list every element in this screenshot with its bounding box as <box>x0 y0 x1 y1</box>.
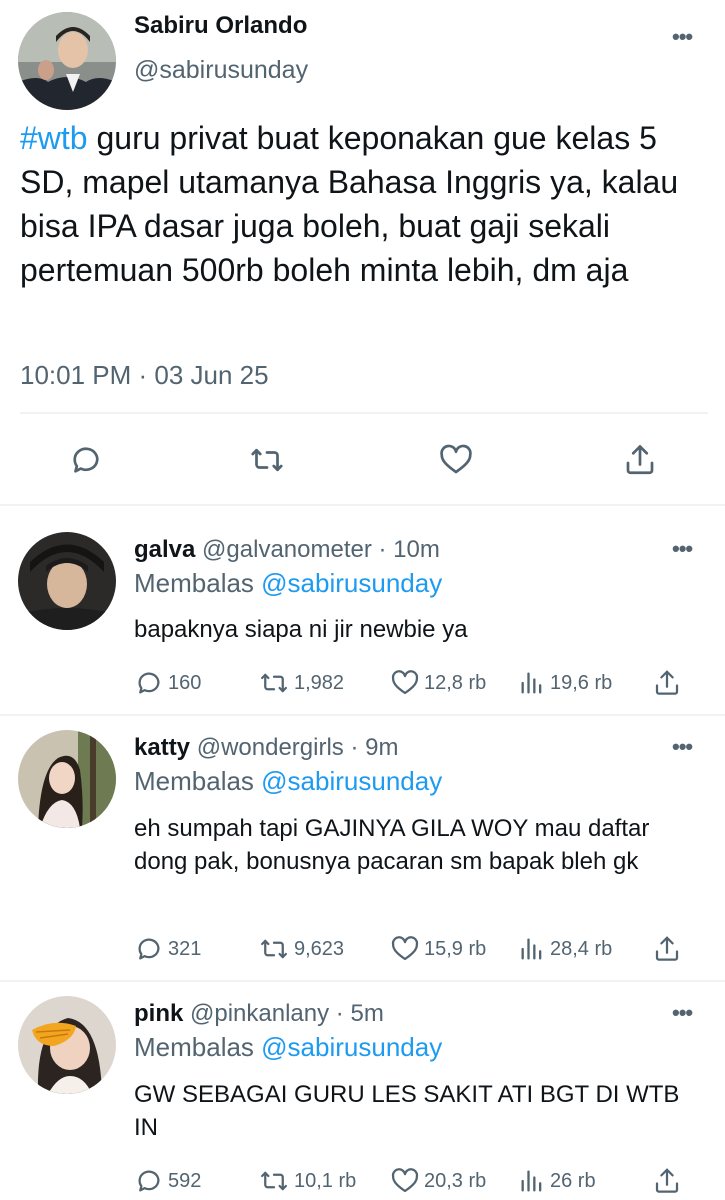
reply-icon <box>138 938 160 960</box>
share-icon[interactable] <box>652 668 682 698</box>
divider <box>20 412 708 414</box>
divider <box>0 980 725 982</box>
hashtag-link[interactable]: #wtb <box>20 120 88 156</box>
reply-count: 592 <box>168 1169 202 1192</box>
retweet-icon[interactable] <box>248 442 286 478</box>
reply-header: galva @galvanometer · 10m <box>134 536 440 564</box>
retweet-icon <box>261 673 287 693</box>
display-name[interactable]: katty <box>134 734 190 761</box>
views-count: 28,4 rb <box>550 937 613 960</box>
retweet-icon <box>261 1171 287 1191</box>
reply-header: katty @wondergirls · 9m <box>134 734 398 762</box>
retweet-count-button[interactable]: 10,1 rb <box>258 1166 356 1196</box>
retweet-icon <box>261 939 287 959</box>
views-count: 19,6 rb <box>550 671 613 694</box>
avatar[interactable] <box>18 996 116 1094</box>
display-name[interactable]: Sabiru Orlando <box>134 12 307 40</box>
retweet-count-button[interactable]: 9,623 <box>258 934 344 964</box>
retweet-count: 10,1 rb <box>294 1169 357 1192</box>
views-count-button[interactable]: 26 rb <box>518 1166 596 1196</box>
reply-icon <box>138 1170 160 1192</box>
like-count-button[interactable]: 15,9 rb <box>390 934 486 964</box>
reply-count: 160 <box>168 671 202 694</box>
replying-to: Membalas @sabirusunday <box>134 568 442 599</box>
display-name[interactable]: pink <box>134 1000 183 1027</box>
handle[interactable]: @wondergirls <box>197 734 344 761</box>
like-icon <box>391 1168 419 1193</box>
like-count-button[interactable]: 20,3 rb <box>390 1166 486 1196</box>
views-count-button[interactable]: 28,4 rb <box>518 934 612 964</box>
handle[interactable]: @galvanometer <box>202 536 372 563</box>
replying-to: Membalas @sabirusunday <box>134 766 442 797</box>
reply-icon[interactable] <box>68 442 104 478</box>
mention-link[interactable]: @sabirusunday <box>261 766 442 796</box>
more-options-icon[interactable]: ••• <box>672 734 693 760</box>
tweet-text: #wtb guru privat buat keponakan gue kela… <box>20 116 710 292</box>
reply-count-button[interactable]: 321 <box>134 934 201 964</box>
retweet-count: 9,623 <box>294 937 345 960</box>
like-icon[interactable] <box>438 442 474 478</box>
divider <box>0 504 725 506</box>
reply-count-button[interactable]: 160 <box>134 668 201 698</box>
reply-age[interactable]: · 5m <box>329 1000 384 1027</box>
reply-text: GW SEBAGAI GURU LES SAKIT ATI BGT DI WTB… <box>134 1081 680 1141</box>
reply-age[interactable]: · 9m <box>344 734 398 761</box>
views-icon <box>521 1170 542 1192</box>
mention-link[interactable]: @sabirusunday <box>261 568 442 598</box>
retweet-count: 1,982 <box>294 671 345 694</box>
divider <box>0 714 725 716</box>
like-icon <box>391 936 419 961</box>
reply-text: bapaknya siapa ni jir newbie ya <box>134 616 468 643</box>
replying-to: Membalas @sabirusunday <box>134 1032 442 1063</box>
avatar[interactable] <box>18 12 116 110</box>
avatar[interactable] <box>18 730 116 828</box>
share-icon[interactable] <box>652 1166 682 1196</box>
views-count: 26 rb <box>550 1169 596 1192</box>
reply-age[interactable]: · 10m <box>372 536 439 563</box>
replying-to-label: Membalas <box>134 766 262 796</box>
reply-header: pink @pinkanlany · 5m <box>134 1000 384 1028</box>
reply-icon <box>138 672 160 694</box>
views-icon <box>521 938 542 960</box>
like-count: 20,3 rb <box>424 1169 487 1192</box>
handle[interactable]: @sabirusunday <box>134 56 308 85</box>
tweet-body: guru privat buat keponakan gue kelas 5 S… <box>20 120 679 288</box>
reply-count-button[interactable]: 592 <box>134 1166 201 1196</box>
like-count: 12,8 rb <box>424 671 487 694</box>
views-count-button[interactable]: 19,6 rb <box>518 668 612 698</box>
share-icon[interactable] <box>622 442 658 478</box>
reply-count: 321 <box>168 937 202 960</box>
like-count: 15,9 rb <box>424 937 487 960</box>
more-options-icon[interactable]: ••• <box>672 1000 693 1026</box>
avatar[interactable] <box>18 532 116 630</box>
views-icon <box>521 672 542 694</box>
retweet-count-button[interactable]: 1,982 <box>258 668 344 698</box>
share-icon[interactable] <box>652 934 682 964</box>
mention-link[interactable]: @sabirusunday <box>261 1032 442 1062</box>
reply-text: eh sumpah tapi GAJINYA GILA WOY mau daft… <box>134 815 650 875</box>
like-icon <box>391 670 419 695</box>
replying-to-label: Membalas <box>134 568 262 598</box>
replying-to-label: Membalas <box>134 1032 262 1062</box>
handle[interactable]: @pinkanlany <box>190 1000 329 1027</box>
like-count-button[interactable]: 12,8 rb <box>390 668 486 698</box>
more-options-icon[interactable]: ••• <box>672 536 693 562</box>
more-options-icon[interactable]: ••• <box>672 24 693 50</box>
display-name[interactable]: galva <box>134 536 195 563</box>
timestamp[interactable]: 10:01 PM · 03 Jun 25 <box>20 360 269 391</box>
